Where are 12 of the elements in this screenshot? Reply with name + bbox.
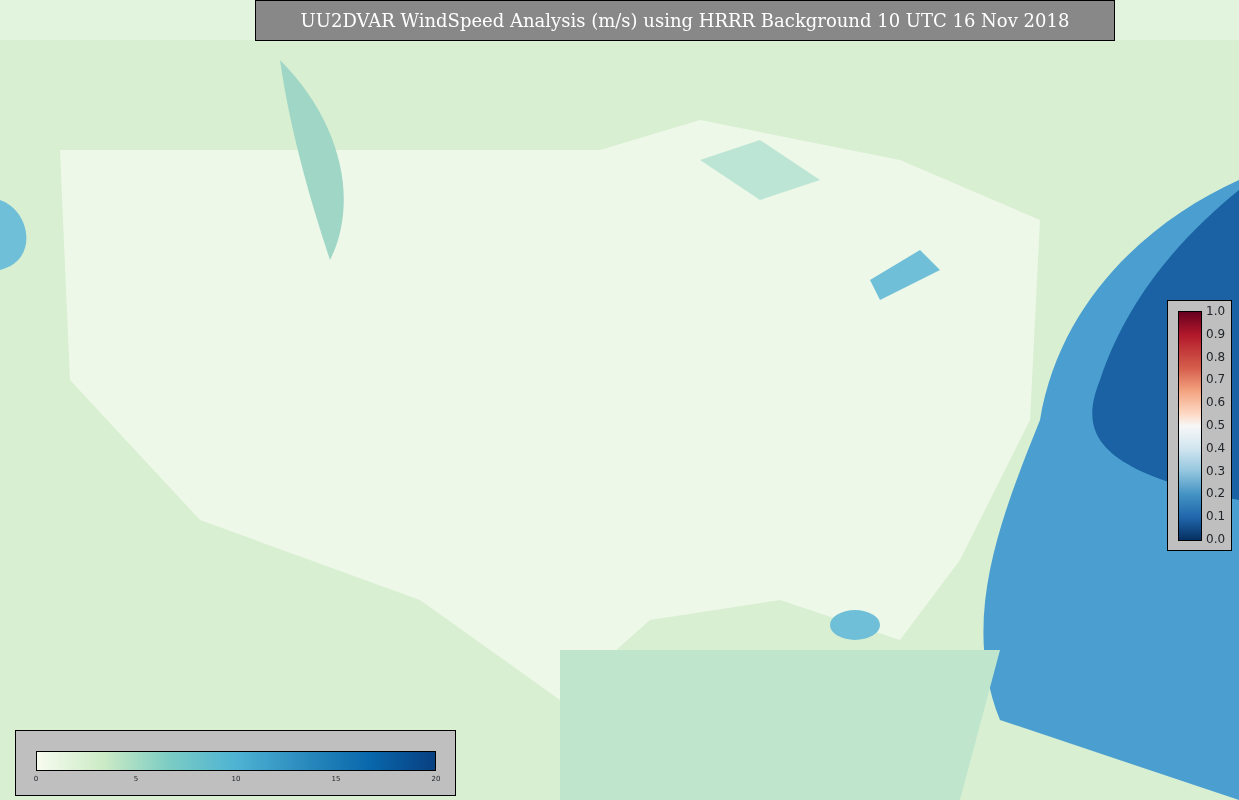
tick-label: 0.6 <box>1206 396 1226 409</box>
tick-label: 0.0 <box>1206 532 1226 545</box>
tick-label: 0.5 <box>1206 419 1226 431</box>
tick-label: 0.4 <box>1206 441 1226 454</box>
chart-title: UU2DVAR WindSpeed Analysis (m/s) using HRRR Background 10 UTC 16 Nov 2018 <box>255 0 1115 41</box>
tick-label: 0.7 <box>1206 373 1226 386</box>
tick-label: 1.0 <box>1206 305 1226 317</box>
tick-label: 0.2 <box>1206 487 1226 500</box>
tick-label: 0.8 <box>1206 350 1226 363</box>
tick-label: 0.1 <box>1206 510 1226 523</box>
tick-label: 0.3 <box>1206 464 1226 477</box>
tick-label: 0.9 <box>1206 327 1226 340</box>
